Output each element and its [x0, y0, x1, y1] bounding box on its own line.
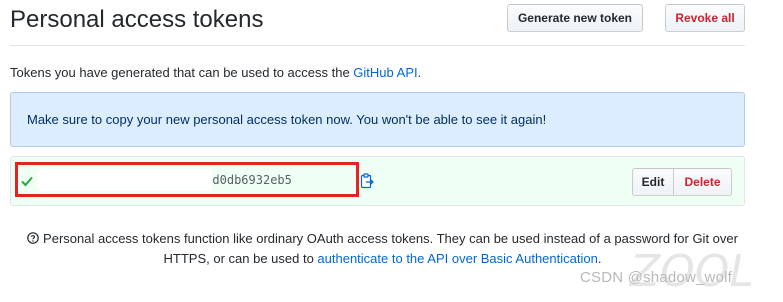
intro-suffix: .: [417, 65, 422, 80]
flash-message: Make sure to copy your new personal acce…: [27, 112, 547, 127]
intro-text: Tokens you have generated that can be us…: [10, 65, 421, 80]
token-row: d56ada18b9ee2e2a0430f474d0db6932eb5 Edit…: [10, 156, 745, 206]
flash-notice: Make sure to copy your new personal acce…: [10, 92, 745, 147]
watermark: CSDN @shadow_wolf: [580, 269, 733, 286]
clipboard-icon[interactable]: [360, 173, 374, 189]
token-actions: Edit Delete: [632, 168, 732, 196]
github-api-link[interactable]: GitHub API: [353, 65, 417, 80]
basic-auth-link[interactable]: authenticate to the API over Basic Authe…: [317, 251, 597, 266]
edit-button[interactable]: Edit: [632, 168, 674, 196]
page-header: Personal access tokens Generate new toke…: [10, 0, 745, 46]
revoke-all-button[interactable]: Revoke all: [665, 4, 745, 32]
generate-new-token-button[interactable]: Generate new token: [507, 4, 643, 32]
intro-label: Tokens you have generated that can be us…: [10, 65, 354, 80]
note-suffix: .: [597, 251, 602, 266]
highlight-annotation: [15, 162, 359, 197]
delete-button[interactable]: Delete: [674, 168, 732, 196]
question-icon: [27, 232, 39, 244]
page-title: Personal access tokens: [10, 6, 264, 33]
